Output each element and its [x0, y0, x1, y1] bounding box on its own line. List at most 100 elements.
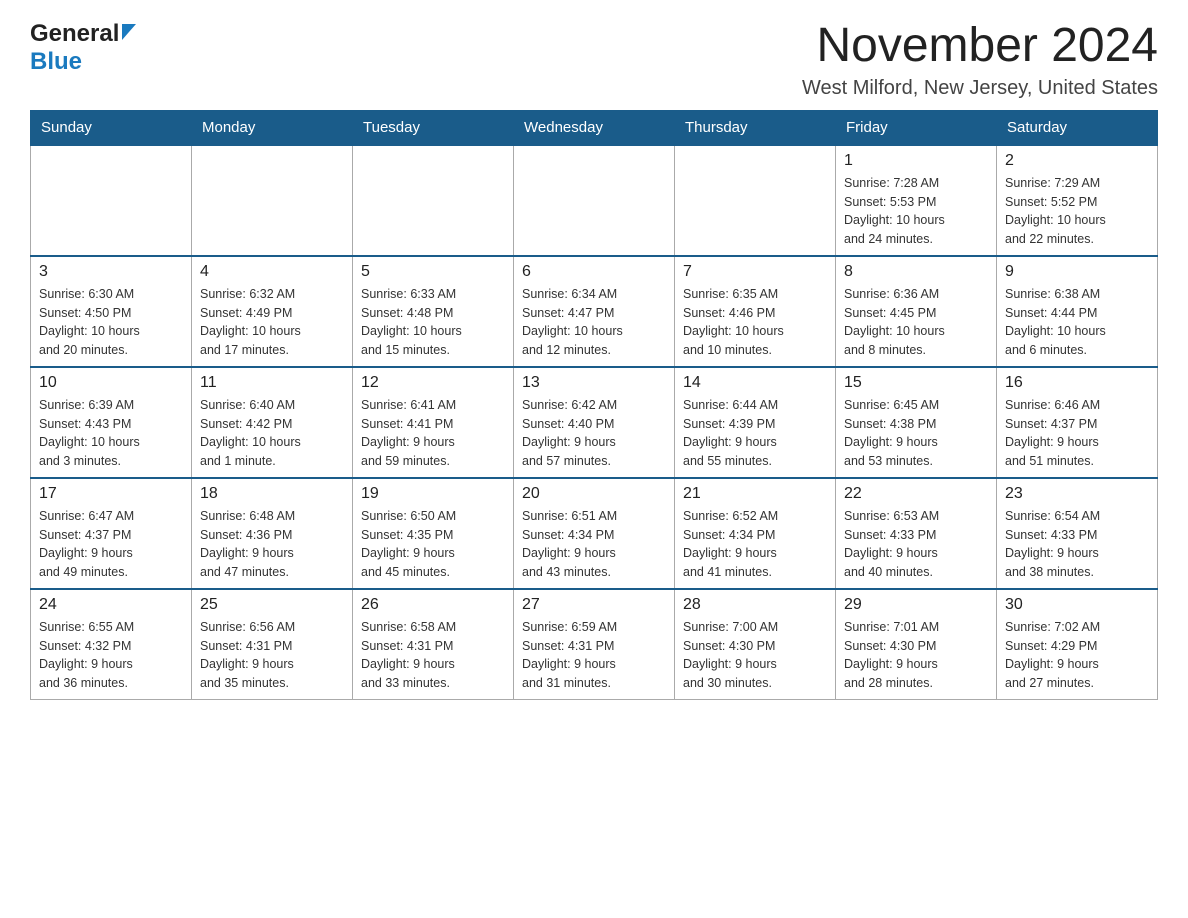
day-info: Sunrise: 6:54 AMSunset: 4:33 PMDaylight:… — [1005, 507, 1149, 582]
day-info: Sunrise: 6:58 AMSunset: 4:31 PMDaylight:… — [361, 618, 505, 693]
weekday-header-saturday: Saturday — [997, 110, 1158, 145]
weekday-header-monday: Monday — [192, 110, 353, 145]
calendar-header-row: SundayMondayTuesdayWednesdayThursdayFrid… — [31, 110, 1158, 145]
day-number: 18 — [200, 485, 344, 503]
day-number: 24 — [39, 596, 183, 614]
calendar-cell: 25 Sunrise: 6:56 AMSunset: 4:31 PMDayligh… — [192, 589, 353, 700]
calendar-cell: 3Sunrise: 6:30 AMSunset: 4:50 PMDaylight… — [31, 256, 192, 367]
calendar-cell: 15 Sunrise: 6:45 AMSunset: 4:38 PMDayligh… — [836, 367, 997, 478]
calendar-cell: 6 Sunrise: 6:34 AMSunset: 4:47 PMDaylight… — [514, 256, 675, 367]
calendar-cell: 30 Sunrise: 7:02 AMSunset: 4:29 PMDayligh… — [997, 589, 1158, 700]
day-number: 7 — [683, 263, 827, 281]
calendar-cell: 28 Sunrise: 7:00 AMSunset: 4:30 PMDayligh… — [675, 589, 836, 700]
day-info: Sunrise: 7:02 AMSunset: 4:29 PMDaylight:… — [1005, 618, 1149, 693]
day-number: 9 — [1005, 263, 1149, 281]
day-info: Sunrise: 6:42 AMSunset: 4:40 PMDaylight:… — [522, 396, 666, 471]
day-info: Sunrise: 6:32 AMSunset: 4:49 PMDaylight:… — [200, 285, 344, 360]
calendar-cell: 11 Sunrise: 6:40 AMSunset: 4:42 PMDayligh… — [192, 367, 353, 478]
title-area: November 2024 West Milford, New Jersey, … — [802, 20, 1158, 100]
day-number: 25 — [200, 596, 344, 614]
calendar-cell: 1 Sunrise: 7:28 AMSunset: 5:53 PMDaylight… — [836, 145, 997, 256]
calendar-cell: 21 Sunrise: 6:52 AMSunset: 4:34 PMDayligh… — [675, 478, 836, 589]
day-number: 3 — [39, 263, 183, 281]
calendar-cell — [192, 145, 353, 256]
calendar-cell: 20 Sunrise: 6:51 AMSunset: 4:34 PMDayligh… — [514, 478, 675, 589]
header: General Blue November 2024 West Milford,… — [30, 20, 1158, 100]
calendar-week-row: 17 Sunrise: 6:47 AMSunset: 4:37 PMDayligh… — [31, 478, 1158, 589]
day-info: Sunrise: 6:51 AMSunset: 4:34 PMDaylight:… — [522, 507, 666, 582]
day-number: 5 — [361, 263, 505, 281]
day-number: 26 — [361, 596, 505, 614]
day-number: 27 — [522, 596, 666, 614]
location-subtitle: West Milford, New Jersey, United States — [802, 77, 1158, 100]
day-info: Sunrise: 6:53 AMSunset: 4:33 PMDaylight:… — [844, 507, 988, 582]
day-number: 16 — [1005, 374, 1149, 392]
calendar-week-row: 1 Sunrise: 7:28 AMSunset: 5:53 PMDaylight… — [31, 145, 1158, 256]
day-number: 8 — [844, 263, 988, 281]
day-info: Sunrise: 6:55 AMSunset: 4:32 PMDaylight:… — [39, 618, 183, 693]
calendar-cell: 4 Sunrise: 6:32 AMSunset: 4:49 PMDaylight… — [192, 256, 353, 367]
weekday-header-thursday: Thursday — [675, 110, 836, 145]
calendar-week-row: 24 Sunrise: 6:55 AMSunset: 4:32 PMDayligh… — [31, 589, 1158, 700]
day-number: 12 — [361, 374, 505, 392]
calendar-cell: 14 Sunrise: 6:44 AMSunset: 4:39 PMDayligh… — [675, 367, 836, 478]
day-info: Sunrise: 6:35 AMSunset: 4:46 PMDaylight:… — [683, 285, 827, 360]
day-info: Sunrise: 7:00 AMSunset: 4:30 PMDaylight:… — [683, 618, 827, 693]
day-number: 21 — [683, 485, 827, 503]
day-number: 10 — [39, 374, 183, 392]
day-info: Sunrise: 6:46 AMSunset: 4:37 PMDaylight:… — [1005, 396, 1149, 471]
day-number: 19 — [361, 485, 505, 503]
logo-triangle-icon — [122, 24, 136, 45]
day-number: 14 — [683, 374, 827, 392]
calendar-cell: 9 Sunrise: 6:38 AMSunset: 4:44 PMDaylight… — [997, 256, 1158, 367]
calendar-cell: 8 Sunrise: 6:36 AMSunset: 4:45 PMDaylight… — [836, 256, 997, 367]
day-info: Sunrise: 6:34 AMSunset: 4:47 PMDaylight:… — [522, 285, 666, 360]
day-number: 17 — [39, 485, 183, 503]
day-info: Sunrise: 6:45 AMSunset: 4:38 PMDaylight:… — [844, 396, 988, 471]
weekday-header-tuesday: Tuesday — [353, 110, 514, 145]
day-info: Sunrise: 6:44 AMSunset: 4:39 PMDaylight:… — [683, 396, 827, 471]
day-number: 20 — [522, 485, 666, 503]
month-year-title: November 2024 — [802, 20, 1158, 73]
calendar-cell — [31, 145, 192, 256]
day-info: Sunrise: 7:29 AMSunset: 5:52 PMDaylight:… — [1005, 174, 1149, 249]
day-info: Sunrise: 7:01 AMSunset: 4:30 PMDaylight:… — [844, 618, 988, 693]
day-number: 28 — [683, 596, 827, 614]
day-info: Sunrise: 6:47 AMSunset: 4:37 PMDaylight:… — [39, 507, 183, 582]
calendar-cell: 12 Sunrise: 6:41 AMSunset: 4:41 PMDayligh… — [353, 367, 514, 478]
day-info: Sunrise: 6:59 AMSunset: 4:31 PMDaylight:… — [522, 618, 666, 693]
day-number: 6 — [522, 263, 666, 281]
calendar-cell: 2 Sunrise: 7:29 AMSunset: 5:52 PMDaylight… — [997, 145, 1158, 256]
day-number: 15 — [844, 374, 988, 392]
day-number: 4 — [200, 263, 344, 281]
day-info: Sunrise: 6:38 AMSunset: 4:44 PMDaylight:… — [1005, 285, 1149, 360]
calendar-cell — [353, 145, 514, 256]
day-number: 23 — [1005, 485, 1149, 503]
calendar-cell: 23 Sunrise: 6:54 AMSunset: 4:33 PMDayligh… — [997, 478, 1158, 589]
day-info: Sunrise: 6:50 AMSunset: 4:35 PMDaylight:… — [361, 507, 505, 582]
day-info: Sunrise: 6:52 AMSunset: 4:34 PMDaylight:… — [683, 507, 827, 582]
weekday-header-sunday: Sunday — [31, 110, 192, 145]
day-info: Sunrise: 6:36 AMSunset: 4:45 PMDaylight:… — [844, 285, 988, 360]
day-number: 1 — [844, 152, 988, 170]
day-number: 11 — [200, 374, 344, 392]
day-info: Sunrise: 6:48 AMSunset: 4:36 PMDaylight:… — [200, 507, 344, 582]
day-info: Sunrise: 6:40 AMSunset: 4:42 PMDaylight:… — [200, 396, 344, 471]
calendar-cell: 26 Sunrise: 6:58 AMSunset: 4:31 PMDayligh… — [353, 589, 514, 700]
day-info: Sunrise: 6:56 AMSunset: 4:31 PMDaylight:… — [200, 618, 344, 693]
calendar-cell: 22Sunrise: 6:53 AMSunset: 4:33 PMDayligh… — [836, 478, 997, 589]
logo-blue-text: Blue — [30, 48, 82, 76]
calendar-cell — [514, 145, 675, 256]
day-info: Sunrise: 6:41 AMSunset: 4:41 PMDaylight:… — [361, 396, 505, 471]
day-number: 30 — [1005, 596, 1149, 614]
logo: General Blue — [30, 20, 136, 76]
calendar-cell: 27 Sunrise: 6:59 AMSunset: 4:31 PMDayligh… — [514, 589, 675, 700]
day-number: 29 — [844, 596, 988, 614]
weekday-header-wednesday: Wednesday — [514, 110, 675, 145]
day-info: Sunrise: 7:28 AMSunset: 5:53 PMDaylight:… — [844, 174, 988, 249]
calendar-cell: 29 Sunrise: 7:01 AMSunset: 4:30 PMDayligh… — [836, 589, 997, 700]
day-number: 2 — [1005, 152, 1149, 170]
calendar-cell: 10Sunrise: 6:39 AMSunset: 4:43 PMDayligh… — [31, 367, 192, 478]
calendar-cell: 5Sunrise: 6:33 AMSunset: 4:48 PMDaylight… — [353, 256, 514, 367]
calendar-week-row: 10Sunrise: 6:39 AMSunset: 4:43 PMDayligh… — [31, 367, 1158, 478]
